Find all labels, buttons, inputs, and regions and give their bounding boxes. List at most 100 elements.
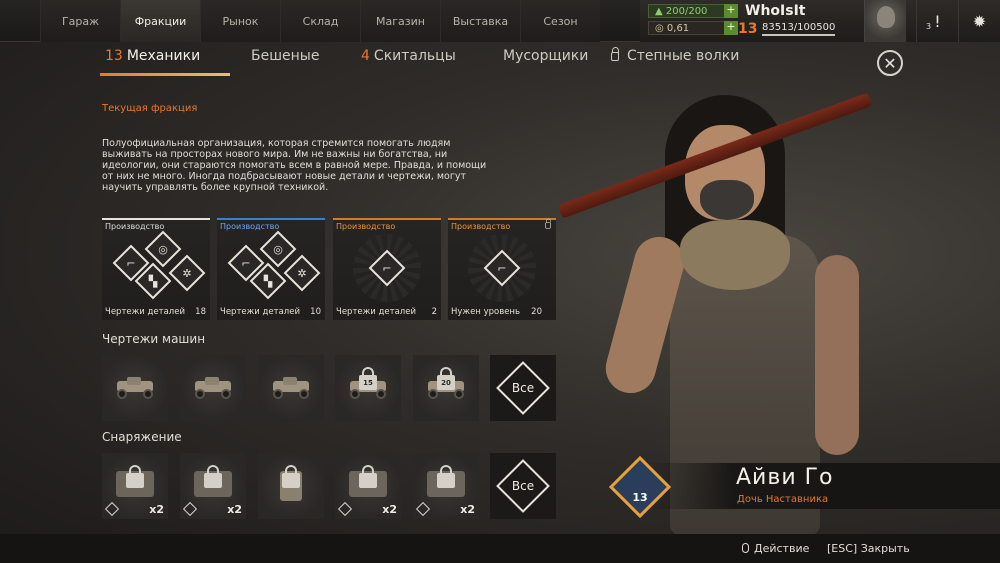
faction-label-mechanics: Механики <box>126 48 201 64</box>
gear-tile-locked[interactable]: x2 <box>180 453 246 519</box>
card-footer: Чертежи деталей <box>105 307 185 317</box>
tab-season[interactable]: Сезон <box>520 0 600 42</box>
fuel-icon: ▲ <box>655 5 666 17</box>
tab-garage[interactable]: Гараж <box>40 0 120 42</box>
lock-icon <box>282 465 300 488</box>
character-level-badge: 13 <box>608 455 672 519</box>
wheel-icon: ◎ <box>158 242 168 256</box>
add-coins-button[interactable]: + <box>724 21 738 35</box>
gear-icon: ✹ <box>972 11 987 31</box>
player-name: WhoIsIt <box>745 3 806 19</box>
avatar[interactable] <box>864 0 906 42</box>
card-title: Производство <box>220 222 280 231</box>
player-xp: 83513/100500 <box>762 22 836 36</box>
lock-icon: 15 <box>359 367 377 390</box>
coin-value: 0,61 <box>666 22 690 34</box>
tab-factions[interactable]: Фракции <box>120 0 200 42</box>
blueprint-diamond-icon <box>415 501 431 517</box>
lock-icon: 20 <box>437 367 455 390</box>
production-card-common[interactable]: Производство ⌐ ◎ ▚ ✲ Чертежи деталей 18 <box>102 218 210 320</box>
tab-exhibition[interactable]: Выставка <box>440 0 520 42</box>
multiplier: x2 <box>382 503 397 516</box>
faction-label-lunatics: Бешеные <box>251 48 320 64</box>
current-faction-label: Текущая фракция <box>102 103 198 114</box>
faction-tab-lunatics[interactable]: Бешеные <box>251 48 319 76</box>
tab-shop[interactable]: Магазин <box>360 0 440 42</box>
multiplier: x2 <box>149 503 164 516</box>
all-cars-button[interactable]: Все <box>490 355 556 421</box>
top-bar: Гараж Фракции Рынок Склад Магазин Выстав… <box>0 0 1000 42</box>
notifications-button[interactable]: ! <box>916 0 958 42</box>
player-panel: ▲ 200/200 + ◎ 0,61 + WhoIsIt 13 83513/10… <box>640 0 1000 42</box>
faction-tab-scavengers[interactable]: Мусорщики <box>503 48 588 76</box>
action-hint-label: Действие <box>754 542 810 555</box>
fuel-value: 200/200 <box>665 5 708 17</box>
armor-icon: ▚ <box>148 274 158 288</box>
faction-label-steppe-wolves: Степные волки <box>627 48 740 64</box>
blueprint-diamond-icon <box>182 501 198 517</box>
gear-tile-locked[interactable] <box>258 453 324 519</box>
production-card-epic[interactable]: Производство ⌐ Чертежи деталей 2 <box>333 218 441 320</box>
card-count: 20 <box>531 307 542 317</box>
mouse-icon <box>742 543 749 553</box>
main-nav: Гараж Фракции Рынок Склад Магазин Выстав… <box>40 0 600 42</box>
faction-label-nomads: Скитальцы <box>373 48 456 64</box>
lock-icon <box>611 47 619 61</box>
wheel-icon: ◎ <box>273 242 283 256</box>
card-title: Производство <box>451 222 511 231</box>
lock-level: 20 <box>441 379 451 387</box>
car-blueprint-tile[interactable] <box>102 355 168 421</box>
character-level: 13 <box>632 491 648 504</box>
avatar-face <box>877 6 895 28</box>
card-count: 18 <box>195 307 206 317</box>
faction-rep-mechanics: 13 <box>105 48 123 64</box>
gear-tile-locked[interactable]: x2 <box>102 453 168 519</box>
multiplier: x2 <box>460 503 475 516</box>
card-footer: Нужен уровень <box>451 307 521 317</box>
gun-icon: ⌐ <box>382 261 392 275</box>
car-blueprint-tile[interactable] <box>258 355 324 421</box>
add-fuel-button[interactable]: + <box>724 4 738 18</box>
all-gear-button[interactable]: Все <box>490 453 556 519</box>
player-level: 13 <box>738 21 758 37</box>
active-tab-underline <box>100 73 230 76</box>
lock-icon <box>204 465 222 488</box>
car-blueprint-tile-locked[interactable]: 20 <box>413 355 479 421</box>
production-card-locked[interactable]: Производство ⌐ Нужен уровень 20 <box>448 218 556 320</box>
card-title: Производство <box>336 222 396 231</box>
lock-icon <box>437 465 455 488</box>
character-role: Дочь Наставника <box>737 494 829 505</box>
gear-part-icon: ✲ <box>182 266 192 280</box>
close-icon: ✕ <box>883 53 897 73</box>
gear-section-title: Снаряжение <box>102 430 182 444</box>
faction-tab-steppe-wolves[interactable]: Степные волки <box>611 47 740 76</box>
lock-icon <box>126 465 144 488</box>
faction-tab-mechanics[interactable]: 13 Механики <box>105 48 200 76</box>
car-icon <box>191 377 235 399</box>
faction-description: Полуофициальная организация, которая стр… <box>102 138 487 193</box>
blueprint-diamond-icon <box>337 501 353 517</box>
faction-rep-nomads: 4 <box>361 48 370 64</box>
card-title: Производство <box>105 222 165 231</box>
car-blueprint-tile[interactable] <box>180 355 246 421</box>
faction-tab-nomads[interactable]: 4 Скитальцы <box>361 48 456 76</box>
character-name: Айви Го <box>736 465 834 490</box>
car-blueprint-tile-locked[interactable]: 15 <box>335 355 401 421</box>
gear-tile-locked[interactable]: x2 <box>413 453 479 519</box>
gun-icon: ⌐ <box>497 261 507 275</box>
settings-button[interactable]: ✹ <box>958 0 1000 42</box>
gear-tile-locked[interactable]: x2 <box>335 453 401 519</box>
card-count: 10 <box>310 307 321 317</box>
tab-storage[interactable]: Склад <box>280 0 360 42</box>
gear-part-icon: ✲ <box>297 266 307 280</box>
close-hint[interactable]: [ESC] Закрыть <box>827 542 910 555</box>
action-hint: Действие <box>742 542 809 555</box>
notification-count: 3 <box>926 22 932 31</box>
card-footer: Чертежи деталей <box>220 307 300 317</box>
close-button[interactable]: ✕ <box>877 50 903 76</box>
tab-market[interactable]: Рынок <box>200 0 280 42</box>
production-card-rare[interactable]: Производство ⌐ ◎ ▚ ✲ Чертежи деталей 10 <box>217 218 325 320</box>
badge-diamond <box>608 455 672 519</box>
gas-mask-icon <box>700 180 754 220</box>
lock-icon <box>545 218 551 229</box>
